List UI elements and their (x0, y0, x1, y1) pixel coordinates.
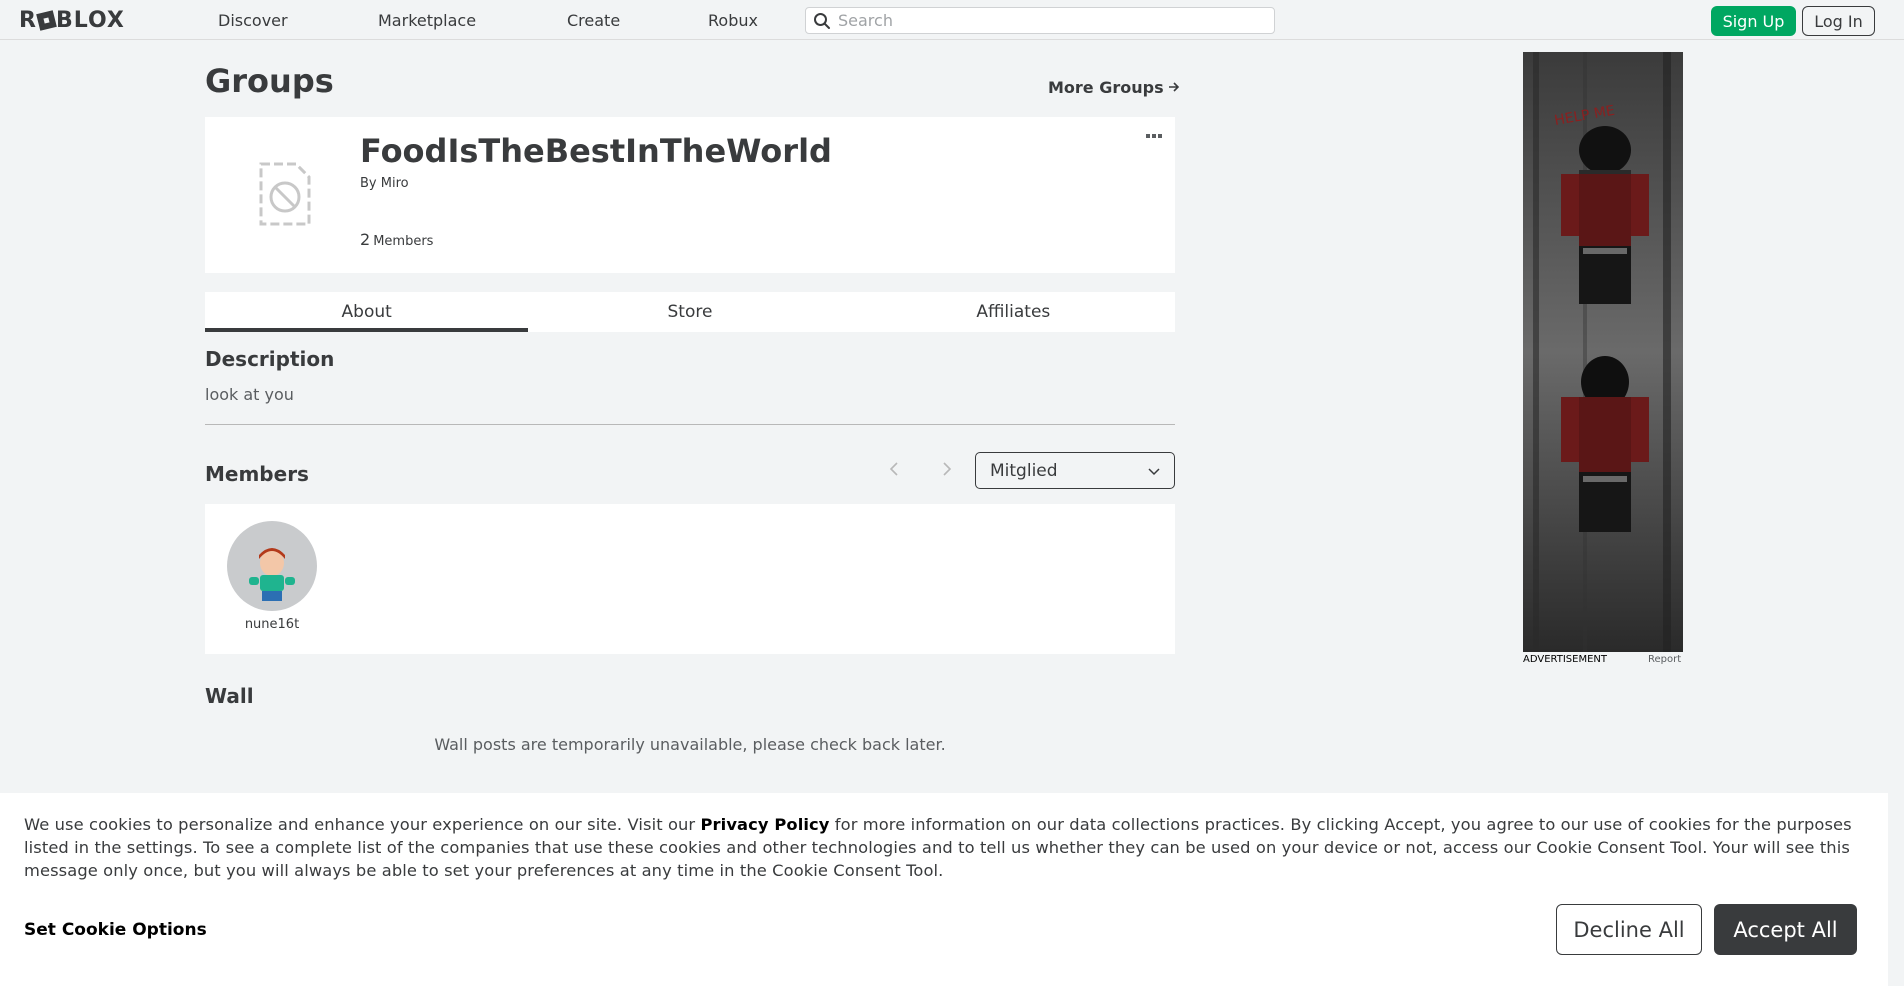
search-icon (806, 8, 838, 33)
member-count-value: 2 (360, 230, 371, 249)
members-heading: Members (205, 462, 309, 486)
group-owner-link[interactable]: Miro (381, 176, 409, 191)
cookie-text-pre: We use cookies to personalize and enhanc… (24, 815, 701, 834)
scrollbar-track[interactable] (1888, 40, 1904, 986)
nav-link-marketplace[interactable]: Marketplace (378, 11, 476, 30)
section-divider (205, 424, 1175, 425)
role-select-value: Mitglied (990, 460, 1058, 481)
group-owner-line: By Miro (360, 176, 409, 191)
login-button[interactable]: Log In (1802, 6, 1875, 36)
search-input[interactable] (838, 11, 1258, 30)
accept-all-button[interactable]: Accept All (1714, 904, 1857, 955)
tab-about[interactable]: About (205, 292, 529, 332)
chevron-down-icon (1148, 461, 1160, 481)
more-groups-label: More Groups (1048, 78, 1164, 97)
avatar-figure-icon (249, 548, 295, 601)
description-heading: Description (205, 347, 335, 371)
advertisement-banner[interactable]: HELP ME (1523, 52, 1683, 652)
wall-unavailable-message: Wall posts are temporarily unavailable, … (434, 735, 946, 754)
tab-affiliates[interactable]: Affiliates (852, 292, 1175, 332)
set-cookie-options-link[interactable]: Set Cookie Options (24, 920, 207, 940)
ad-artwork: HELP ME (1523, 52, 1683, 652)
search-box[interactable] (805, 7, 1275, 34)
role-select-dropdown[interactable]: Mitglied (975, 452, 1175, 489)
members-list: nune16t (205, 504, 1175, 654)
roblox-logo[interactable]: R BLOX (19, 7, 125, 33)
group-emblem-placeholder-icon (258, 161, 312, 231)
arrow-right-icon (1168, 78, 1180, 97)
privacy-policy-link[interactable]: Privacy Policy (701, 815, 830, 834)
avatar[interactable] (227, 521, 317, 611)
more-options-icon[interactable] (1146, 134, 1162, 138)
chevron-left-icon[interactable] (888, 461, 900, 481)
wall-heading: Wall (205, 684, 254, 708)
signup-button[interactable]: Sign Up (1711, 6, 1796, 36)
group-tabs: About Store Affiliates (205, 292, 1175, 332)
group-name: FoodIsTheBestInTheWorld (360, 132, 832, 170)
member-username[interactable]: nune16t (227, 617, 317, 632)
by-prefix: By (360, 176, 377, 191)
chevron-right-icon[interactable] (941, 461, 953, 481)
decline-all-button[interactable]: Decline All (1556, 904, 1702, 955)
tab-store[interactable]: Store (528, 292, 851, 332)
member-count-label: Members (373, 234, 434, 249)
more-groups-link[interactable]: More Groups (1048, 78, 1180, 97)
ad-report-link[interactable]: Report (1648, 654, 1681, 665)
member-count: 2 Members (360, 230, 433, 249)
page-title: Groups (205, 62, 334, 100)
roblox-logo-icon (36, 9, 57, 31)
cookie-consent-text: We use cookies to personalize and enhanc… (24, 813, 1864, 882)
description-text: look at you (205, 385, 294, 404)
nav-link-robux[interactable]: Robux (708, 11, 758, 30)
cookie-consent-banner: We use cookies to personalize and enhanc… (0, 793, 1888, 986)
nav-link-discover[interactable]: Discover (218, 11, 288, 30)
advertisement-label: ADVERTISEMENT (1523, 654, 1608, 665)
group-header-card: FoodIsTheBestInTheWorld By Miro 2 Members (205, 117, 1175, 273)
nav-link-create[interactable]: Create (567, 11, 620, 30)
top-navigation-bar: R BLOX Discover Marketplace Create Robux … (0, 0, 1904, 40)
